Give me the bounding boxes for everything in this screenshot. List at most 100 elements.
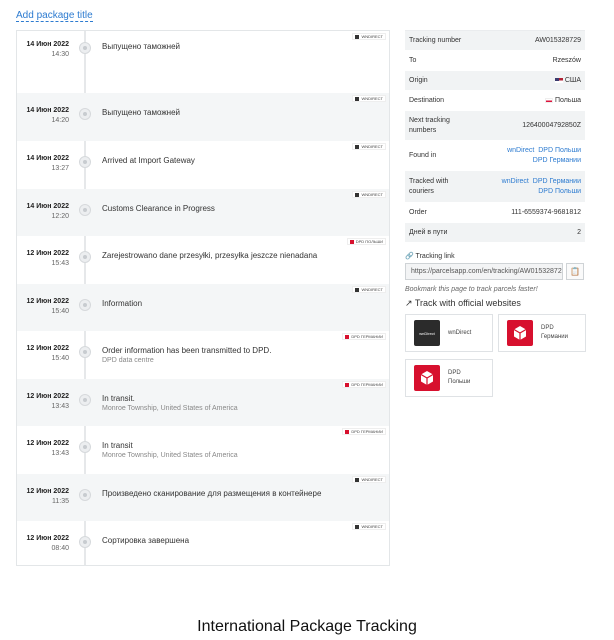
event-time: 08:40 xyxy=(51,545,69,552)
info-row-origin: Origin США xyxy=(405,71,585,91)
dpd-logo-icon xyxy=(507,320,533,346)
event-date: 14 Июн 2022 xyxy=(26,203,70,210)
carrier-name: DPD ГЕРМАНИИ xyxy=(351,428,383,434)
carrier-badge: DPD ГЕРМАНИИ xyxy=(342,381,386,388)
carrier-badge: WNDIRECT xyxy=(352,191,386,198)
timeline-dot-icon xyxy=(79,156,91,168)
bookmark-note: Bookmark this page to track parcels fast… xyxy=(405,286,538,293)
timeline-dot-icon xyxy=(79,204,91,216)
to-value: Rzeszów xyxy=(552,57,581,64)
carrier-name: WNDIRECT xyxy=(361,523,383,529)
link-icon: 🔗 xyxy=(405,253,414,260)
event-date: 12 Июн 2022 xyxy=(26,393,70,400)
event-date: 14 Июн 2022 xyxy=(26,155,70,162)
carrier-name: WNDIRECT xyxy=(361,476,383,482)
timeline-event: 14 Июн 2022 13:27 Arrived at Import Gatewa… xyxy=(17,141,389,189)
external-link-icon: ↗ xyxy=(405,298,413,308)
carrier-badge: WNDIRECT xyxy=(352,476,386,483)
event-time: 13:27 xyxy=(51,165,69,172)
timeline-dot-icon xyxy=(79,346,91,358)
carrier-badge: WNDIRECT xyxy=(352,33,386,40)
event-location: Monroe Township, United States of Americ… xyxy=(102,405,238,412)
event-time: 12:20 xyxy=(51,213,69,220)
courier-card-dpd-de[interactable]: DPD Германии xyxy=(498,314,586,352)
courier-card-dpd-pl[interactable]: DPD Польши xyxy=(405,359,493,397)
timeline-dot-icon xyxy=(79,394,91,406)
event-date: 12 Июн 2022 xyxy=(26,488,70,495)
dpd-logo-icon xyxy=(345,382,350,387)
event-date: 12 Июн 2022 xyxy=(26,345,70,352)
dpd-logo-icon xyxy=(349,239,354,244)
carrier-badge: WNDIRECT xyxy=(352,286,386,293)
event-time: 15:43 xyxy=(51,260,69,267)
tracking-link-input[interactable]: https://parcelsapp.com/en/tracking/AW015… xyxy=(405,263,563,280)
event-description: Arrived at Import Gateway xyxy=(102,156,195,165)
dpd-logo-icon xyxy=(345,429,350,434)
destination-value: Польша xyxy=(554,97,581,104)
info-row-order: Order 111-6559374-9681812 xyxy=(405,203,585,223)
timeline-event: 12 Июн 2022 15:40 Order information has be… xyxy=(17,331,389,379)
timeline-event: 12 Июн 2022 15:43 Zarejestrowano dane prze… xyxy=(17,236,389,284)
event-description: Zarejestrowano dane przesyłki, przesyłka… xyxy=(102,251,318,260)
found-in-dpd-pl-link[interactable]: DPD Польши xyxy=(538,147,581,154)
carrier-badge: WNDIRECT xyxy=(352,95,386,102)
tracked-dpd-pl-link[interactable]: DPD Польши xyxy=(538,188,581,195)
carrier-badge: DPD ГЕРМАНИИ xyxy=(342,428,386,435)
wndirect-logo-icon xyxy=(355,192,360,197)
origin-value: США xyxy=(564,77,581,84)
dpd-logo-icon xyxy=(345,334,350,339)
event-date: 12 Июн 2022 xyxy=(26,440,70,447)
wndirect-logo-icon xyxy=(355,34,360,39)
event-time: 14:20 xyxy=(51,117,69,124)
timeline-event: 12 Июн 2022 11:35 Произведено сканирование… xyxy=(17,474,389,521)
event-time: 13:43 xyxy=(51,403,69,410)
event-time: 14:30 xyxy=(51,51,69,58)
courier-name: DPD Польши xyxy=(448,370,471,385)
courier-card-wndirect[interactable]: wnDirect wnDirect xyxy=(405,314,493,352)
tracked-dpd-de-link[interactable]: DPD Германии xyxy=(533,178,581,185)
event-description: Information xyxy=(102,299,143,308)
found-in-wndirect-link[interactable]: wnDirect xyxy=(507,147,534,154)
timeline-event: 12 Июн 2022 13:43 In transit. Monroe Townsh… xyxy=(17,379,389,426)
carrier-badge: DPD ПОЛЬШИ xyxy=(346,238,386,245)
carrier-name: WNDIRECT xyxy=(361,143,383,149)
event-description: Выпущено таможней xyxy=(102,42,181,51)
carrier-name: WNDIRECT xyxy=(361,95,383,101)
event-location: DPD data centre xyxy=(102,357,154,364)
timeline-event: 14 Июн 2022 14:30 Выпущено таможней WNDIREC… xyxy=(17,31,389,93)
timeline-dot-icon xyxy=(79,489,91,501)
tracking-link-label: 🔗 Tracking link xyxy=(405,253,455,260)
tracking-timeline: 14 Июн 2022 14:30 Выпущено таможней WNDIREC… xyxy=(16,30,390,566)
wndirect-logo-icon xyxy=(355,144,360,149)
timeline-dot-icon xyxy=(79,299,91,311)
timeline-dot-icon xyxy=(79,536,91,548)
info-row-tracking-number: Tracking number AW015328729 xyxy=(405,31,585,51)
event-description: Order information has been transmitted t… xyxy=(102,346,272,355)
wndirect-logo-icon xyxy=(355,287,360,292)
timeline-event: 12 Июн 2022 15:40 Information WNDIRECT xyxy=(17,284,389,331)
tracked-wndirect-link[interactable]: wnDirect xyxy=(502,178,529,185)
carrier-name: DPD ПОЛЬШИ xyxy=(355,238,383,244)
event-description: Customs Clearance in Progress xyxy=(102,204,215,213)
timeline-event: 14 Июн 2022 14:20 Выпущено таможней WNDIREC… xyxy=(17,93,389,141)
timeline-dot-icon xyxy=(79,108,91,120)
carrier-name: WNDIRECT xyxy=(361,33,383,39)
info-row-next-tracking: Next tracking numbers 12640004792850Z xyxy=(405,111,585,141)
add-package-title-link[interactable]: Add package title xyxy=(16,10,93,22)
package-info-table: Tracking number AW015328729 To Rzeszów O… xyxy=(405,30,585,243)
carrier-name: DPD ГЕРМАНИИ xyxy=(351,381,383,387)
copy-link-button[interactable]: 📋 xyxy=(566,263,584,280)
timeline-event: 12 Июн 2022 08:40 Сортировка завершена WNDI… xyxy=(17,521,389,566)
dpd-logo-icon xyxy=(414,365,440,391)
wndirect-logo-icon xyxy=(355,96,360,101)
info-row-tracked-with: Tracked with couriers wnDirect DPD Герма… xyxy=(405,171,585,203)
courier-name: DPD Германии xyxy=(541,325,568,340)
courier-name: wnDirect xyxy=(448,329,472,336)
event-date: 14 Июн 2022 xyxy=(26,107,70,114)
footer-title: International Package Tracking xyxy=(197,618,417,635)
carrier-name: WNDIRECT xyxy=(361,191,383,197)
official-websites-heading: ↗ Track with official websites xyxy=(405,298,521,308)
carrier-badge: WNDIRECT xyxy=(352,143,386,150)
found-in-dpd-de-link[interactable]: DPD Германии xyxy=(533,157,581,164)
tracking-number-value: AW015328729 xyxy=(534,37,581,44)
